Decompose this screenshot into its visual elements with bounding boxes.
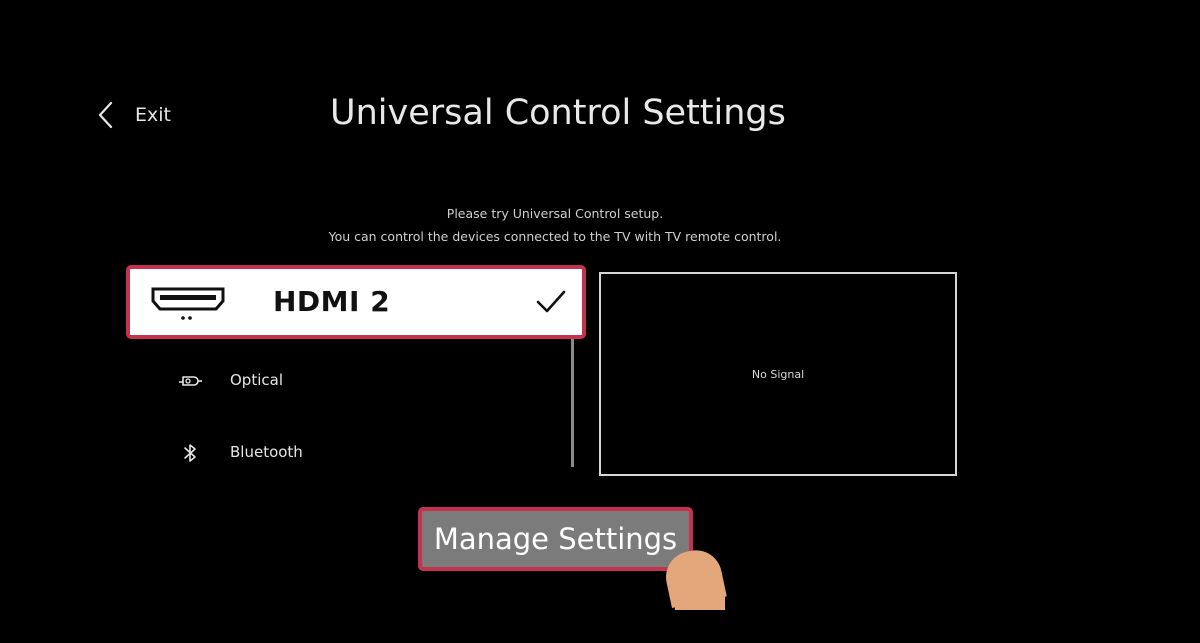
page-title: Universal Control Settings [330,93,786,133]
check-icon [536,290,566,313]
optical-icon [176,371,204,391]
hint-line-1: Please try Universal Control setup. [446,206,664,221]
device-item-hdmi-2[interactable]: HDMI 2 [126,265,586,339]
hdmi-icon [151,287,225,320]
exit-label: Exit [135,104,171,126]
device-item-bluetooth[interactable]: Bluetooth [126,433,566,473]
manage-settings-button[interactable]: Manage Settings [418,507,693,571]
device-label: HDMI 2 [273,285,391,318]
pointer-hand-base [675,590,725,610]
preview-screen: No Signal [599,272,957,476]
chevron-left-icon [98,101,113,129]
device-item-optical[interactable]: Optical [126,361,566,401]
device-label: Bluetooth [230,443,303,461]
hint-line-2: You can control the devices connected to… [328,229,782,244]
exit-button[interactable]: Exit [97,100,171,130]
signal-status: No Signal [751,368,805,381]
device-list-scrollbar[interactable] [571,339,574,467]
manage-settings-label: Manage Settings [433,522,678,556]
device-label: Optical [230,371,283,389]
bluetooth-icon [176,443,204,463]
